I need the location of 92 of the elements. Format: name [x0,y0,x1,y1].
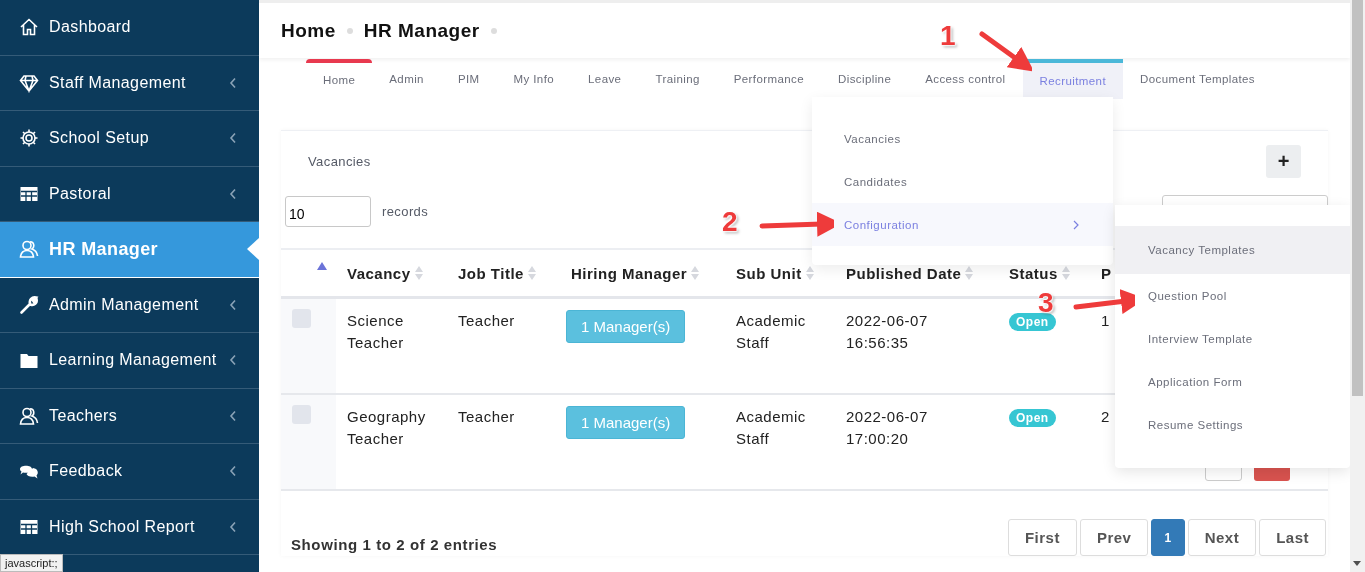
nav-tab[interactable]: Home [306,59,373,99]
menu-item[interactable]: Vacancies [812,117,1113,160]
pagination-button[interactable]: First [1007,519,1077,556]
sidebar-item[interactable]: School Setup [0,111,259,167]
nav-tab[interactable]: My Info [496,59,572,99]
nav-tab[interactable]: Admin [372,59,441,99]
scrollbar[interactable] [1350,0,1365,572]
nav-tab[interactable]: Leave [571,59,639,99]
menu-item[interactable]: Interview Template [1115,317,1350,360]
chevron-left-icon [229,76,237,89]
menu-item[interactable]: Candidates [812,160,1113,203]
add-button[interactable]: + [1266,144,1301,178]
chevron-left-icon [229,298,237,311]
sort-ascending-icon [317,262,327,270]
card-title: Vacancies [308,153,372,169]
sort-icon [805,265,814,281]
sidebar-item[interactable]: Teachers [0,388,259,444]
sidebar-item-label: HR Manager [49,238,159,260]
nav-tab[interactable]: Training [638,59,717,99]
menu-item[interactable]: Question Pool [1115,274,1350,317]
chevron-right-icon [1073,219,1079,230]
breadcrumb-separator [346,27,353,34]
table-cell: 1 [1101,312,1110,329]
entries-summary: Showing 1 to 2 of 2 entries [291,536,498,553]
sort-icon [1061,265,1070,281]
breadcrumb-link[interactable]: HR Manager [363,19,480,42]
chevron-left-icon [229,520,237,533]
users-icon [19,239,39,260]
home-icon [19,17,39,38]
column-header[interactable]: Hiring Manager [560,250,725,296]
sidebar-item-label: Pastoral [49,184,111,203]
active-indicator [247,238,259,261]
nav-tab[interactable]: Document Templates [1123,59,1272,99]
table-cell-text: Academic Staff [735,407,807,449]
table-cell: 2 [1101,408,1110,425]
wrench-icon [19,294,39,315]
column-header[interactable]: Published Date [835,250,998,296]
column-header[interactable]: Job Title [447,250,560,296]
pagination-button[interactable]: 1 [1151,519,1185,556]
sidebar-item-label: Feedback [49,462,123,481]
status-badge: Open [1009,313,1056,331]
sidebar-item[interactable]: Admin Management [0,277,259,333]
sidebar-item-label: Learning Management [49,351,217,370]
records-label: records [382,203,429,219]
nav-tab[interactable]: PIM [440,59,497,99]
sidebar-item-label: Admin Management [49,295,199,314]
table-cell-text: 2022-06-07 16:56:35 [845,311,929,353]
sidebar-item-label: Teachers [49,406,118,425]
sidebar-item-label: High School Report [49,517,195,536]
annotation-number: 1 [940,20,956,52]
users-icon [19,405,39,426]
sidebar-item[interactable]: Feedback [0,444,259,500]
pagination-button[interactable]: Prev [1079,519,1149,556]
chevron-left-icon [229,354,237,367]
sort-icon [414,265,423,281]
breadcrumb-link[interactable]: Home [281,19,336,42]
sidebar-item-label: Staff Management [49,73,186,92]
nav-tab[interactable]: Discipline [820,59,909,99]
settings-icon [19,128,39,149]
sort-icon [527,265,536,281]
table-cell-text: Academic Staff [735,311,807,353]
menu-item[interactable]: Application Form [1115,360,1350,403]
table-cell-text: Teacher [457,311,516,331]
sort-icon [691,265,700,281]
column-header[interactable]: Vacancy [336,250,447,296]
menu-item[interactable]: Resume Settings [1115,403,1350,446]
sidebar-item-label: Dashboard [49,18,131,37]
table-cell-text: Science Teacher [346,311,405,353]
page-size-field[interactable]: 10 [285,195,371,227]
column-header[interactable]: Sub Unit [725,250,835,296]
nav-tab[interactable]: Access control [908,59,1023,99]
table-cell-text: Geography Teacher [346,407,427,449]
sidebar-item-label: School Setup [49,129,149,148]
sidebar-item[interactable]: Learning Management [0,333,259,389]
chevron-left-icon [229,465,237,478]
status-url: javascript:; [0,554,63,572]
sidebar-item[interactable]: Dashboard [0,0,259,56]
status-badge: Open [1009,409,1056,427]
diamond-icon [19,72,39,93]
pagination-button[interactable]: Last [1259,519,1326,556]
breadcrumb-separator [490,27,497,34]
table-cell-text: Teacher [457,407,516,427]
chevron-left-icon [229,187,237,200]
sidebar-item[interactable]: Staff Management [0,55,259,111]
nav-tab[interactable]: Performance [716,59,821,99]
pagination-button[interactable]: Next [1187,519,1257,556]
table-cell-text: 2022-06-07 17:00:20 [845,407,929,449]
chevron-left-icon [229,409,237,422]
chevron-left-icon [229,132,237,145]
annotation-number: 2 [722,206,738,238]
sort-icon [965,265,974,281]
menu-item[interactable]: Vacancy Templates [1115,226,1350,274]
